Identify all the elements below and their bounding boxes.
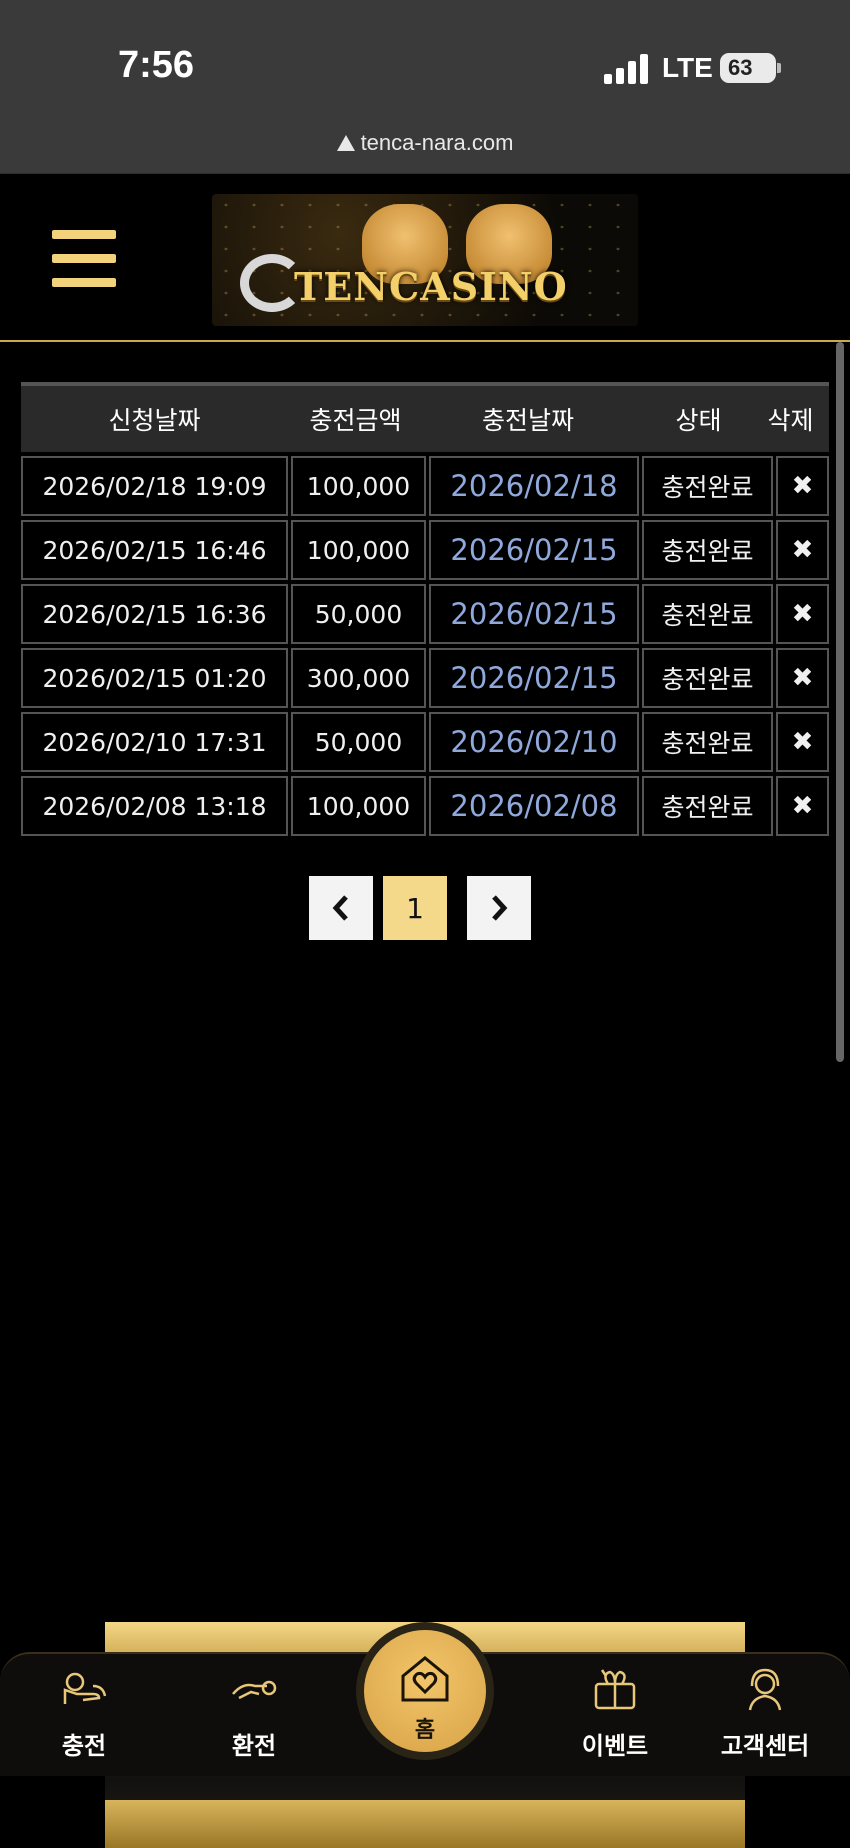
cell-delete: ✖ [776,584,829,644]
cell-amount: 100,000 [291,520,426,580]
chevron-right-icon [492,895,508,921]
cell-charged: 2026/02/15 [429,648,639,708]
nav-event[interactable]: 이벤트 [560,1654,670,1778]
coin-hand-icon [63,1672,107,1704]
cell-delete: ✖ [776,712,829,772]
cell-status: 충전완료 [642,584,773,644]
table-row: 2026/02/15 16:36 50,000 2026/02/15 충전완료 … [21,584,829,644]
cell-amount: 100,000 [291,456,426,516]
status-bar: 7:56 LTE 63 [0,0,850,110]
cell-requested: 2026/02/18 19:09 [21,456,288,516]
delete-icon[interactable]: ✖ [792,791,814,821]
table-row: 2026/02/18 19:09 100,000 2026/02/18 충전완료… [21,456,829,516]
cell-charged: 2026/02/18 [429,456,639,516]
cell-delete: ✖ [776,520,829,580]
logo-text: TENCASINO [294,264,568,309]
home-button-face[interactable]: 홈 [364,1630,486,1752]
nav-charge-label: 충전 [61,1732,107,1760]
home-heart-icon [401,1656,449,1702]
cell-amount: 50,000 [291,712,426,772]
cell-charged: 2026/02/15 [429,584,639,644]
delete-icon[interactable]: ✖ [792,471,814,501]
charged-date-link[interactable]: 2026/02/15 [450,533,617,567]
signal-icon [604,54,648,84]
url-text: tenca-nara.com [360,130,514,155]
exchange-hand-icon [232,1680,277,1700]
gift-icon [594,1669,636,1710]
cell-status: 충전완료 [642,456,773,516]
chevron-left-icon [332,895,348,921]
table-row: 2026/02/15 01:20 300,000 2026/02/15 충전완료… [21,648,829,708]
nav-exchange[interactable]: 환전 [214,1654,294,1778]
cell-charged: 2026/02/08 [429,776,639,836]
charged-date-link[interactable]: 2026/02/10 [450,725,617,759]
cell-amount: 300,000 [291,648,426,708]
table-row: 2026/02/15 16:46 100,000 2026/02/15 충전완료… [21,520,829,580]
nav-support-label: 고객센터 [720,1732,810,1760]
charge-history-table: 신청날짜 충전금액 충전날짜 상태 삭제 2026/02/18 19:09 10… [21,382,829,836]
browser-url-bar[interactable]: tenca-nara.com [0,110,850,174]
charged-date-link[interactable]: 2026/02/15 [450,661,617,695]
nav-event-label: 이벤트 [581,1732,649,1760]
headset-icon [748,1668,782,1711]
cell-requested: 2026/02/10 17:31 [21,712,288,772]
nav-home-label: 홈 [414,1718,436,1743]
delete-icon[interactable]: ✖ [792,663,814,693]
cell-delete: ✖ [776,648,829,708]
cell-requested: 2026/02/15 16:46 [21,520,288,580]
column-header-requested: 신청날짜 [108,406,201,435]
network-type: LTE [662,52,713,83]
site-logo[interactable]: TENCASINO [212,194,638,326]
table-row: 2026/02/10 17:31 50,000 2026/02/10 충전완료 … [21,712,829,772]
nav-home[interactable]: 홈 [356,1622,494,1760]
hamburger-menu-icon[interactable] [52,230,116,288]
cell-charged: 2026/02/15 [429,520,639,580]
warning-icon [336,135,355,151]
site-header: TENCASINO [0,174,850,342]
status-time: 7:56 [118,44,195,86]
delete-icon[interactable]: ✖ [792,599,814,629]
prev-page-button[interactable] [309,876,373,940]
page-button-current[interactable]: 1 [383,876,447,940]
cell-status: 충전완료 [642,712,773,772]
cell-requested: 2026/02/08 13:18 [21,776,288,836]
column-header-charged: 충전날짜 [481,406,574,435]
page-scrollbar[interactable] [836,342,844,1062]
next-page-button[interactable] [467,876,531,940]
cell-status: 충전완료 [642,776,773,836]
charged-date-link[interactable]: 2026/02/18 [450,469,617,503]
nav-charge[interactable]: 충전 [44,1654,124,1778]
pagination: 1 [309,876,531,940]
cell-charged: 2026/02/10 [429,712,639,772]
battery-tip [777,63,781,73]
cell-amount: 100,000 [291,776,426,836]
cell-requested: 2026/02/15 16:36 [21,584,288,644]
nav-exchange-label: 환전 [231,1732,277,1760]
column-header-amount: 충전금액 [309,406,402,435]
cell-requested: 2026/02/15 01:20 [21,648,288,708]
table-header: 신청날짜 충전금액 충전날짜 상태 삭제 [21,382,829,452]
cell-amount: 50,000 [291,584,426,644]
cell-status: 충전완료 [642,648,773,708]
charged-date-link[interactable]: 2026/02/08 [450,789,617,823]
charged-date-link[interactable]: 2026/02/15 [450,597,617,631]
battery-icon: 63 [720,53,776,83]
column-header-delete: 삭제 [767,406,814,435]
nav-support[interactable]: 고객센터 [710,1654,820,1778]
scrollbar-thumb[interactable] [836,342,844,1062]
delete-icon[interactable]: ✖ [792,535,814,565]
column-header-status: 상태 [675,406,722,435]
cell-status: 충전완료 [642,520,773,580]
url-display[interactable]: tenca-nara.com [0,130,850,156]
cell-delete: ✖ [776,456,829,516]
table-row: 2026/02/08 13:18 100,000 2026/02/08 충전완료… [21,776,829,836]
cell-delete: ✖ [776,776,829,836]
delete-icon[interactable]: ✖ [792,727,814,757]
